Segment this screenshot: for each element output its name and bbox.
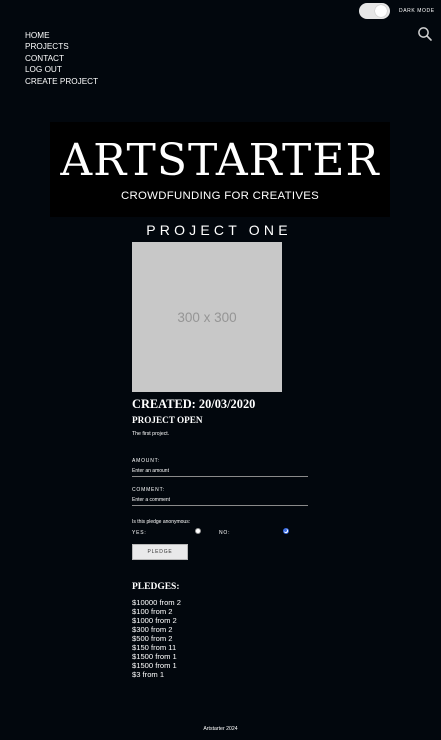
search-icon[interactable] (417, 26, 433, 42)
pledge-item: $10000 from 2 (132, 598, 181, 607)
project-created-date: CREATED: 20/03/2020 (132, 397, 256, 411)
pledge-item: $1000 from 2 (132, 616, 177, 625)
dark-mode-toggle[interactable] (359, 3, 390, 19)
project-title: PROJECT ONE (146, 222, 292, 238)
pledges-heading: PLEDGES: (132, 582, 180, 592)
anonymous-yes-radio[interactable] (195, 528, 201, 534)
pledge-item: $100 from 2 (132, 607, 173, 616)
pledge-list: $10000 from 2 $100 from 2 $1000 from 2 $… (132, 598, 181, 679)
amount-label: AMOUNT: (132, 458, 161, 464)
image-placeholder-text: 300 x 300 (177, 309, 237, 325)
nav-item-projects[interactable]: PROJECTS (25, 41, 98, 52)
comment-label: COMMENT: (132, 487, 166, 493)
pledge-item: $3 from 1 (132, 670, 165, 679)
comment-input[interactable] (132, 495, 308, 506)
pledge-item: $1500 from 1 (132, 652, 177, 661)
project-description: The first project. (132, 431, 170, 437)
logo-title: ARTSTARTER (60, 135, 380, 186)
main-nav: HOME PROJECTS CONTACT LOG OUT CREATE PRO… (25, 30, 98, 87)
toggle-knob (375, 5, 387, 17)
amount-input[interactable] (132, 466, 308, 477)
pledge-item: $1500 from 1 (132, 661, 177, 670)
site-logo[interactable]: ARTSTARTER CROWDFUNDING FOR CREATIVES (50, 122, 390, 217)
pledge-item: $500 from 2 (132, 634, 173, 643)
anonymous-yes-label: YES: (132, 530, 147, 536)
anonymous-no-radio[interactable] (283, 528, 289, 534)
anonymous-question: Is this pledge anonymous: (132, 519, 191, 525)
footer-text: Artstarter 2024 (203, 726, 238, 732)
project-status: PROJECT OPEN (132, 415, 203, 425)
logo-tagline: CROWDFUNDING FOR CREATIVES (120, 190, 320, 202)
project-image: 300 x 300 (132, 242, 282, 392)
nav-item-log-out[interactable]: LOG OUT (25, 64, 98, 75)
pledge-item: $150 from 11 (132, 643, 177, 652)
nav-item-contact[interactable]: CONTACT (25, 53, 98, 64)
nav-item-create-project[interactable]: CREATE PROJECT (25, 76, 98, 87)
pledge-item: $300 from 2 (132, 625, 173, 634)
anonymous-no-label: NO: (219, 530, 231, 536)
nav-item-home[interactable]: HOME (25, 30, 98, 41)
pledge-button[interactable]: PLEDGE (132, 544, 188, 560)
dark-mode-label: DARK MODE (399, 8, 435, 14)
